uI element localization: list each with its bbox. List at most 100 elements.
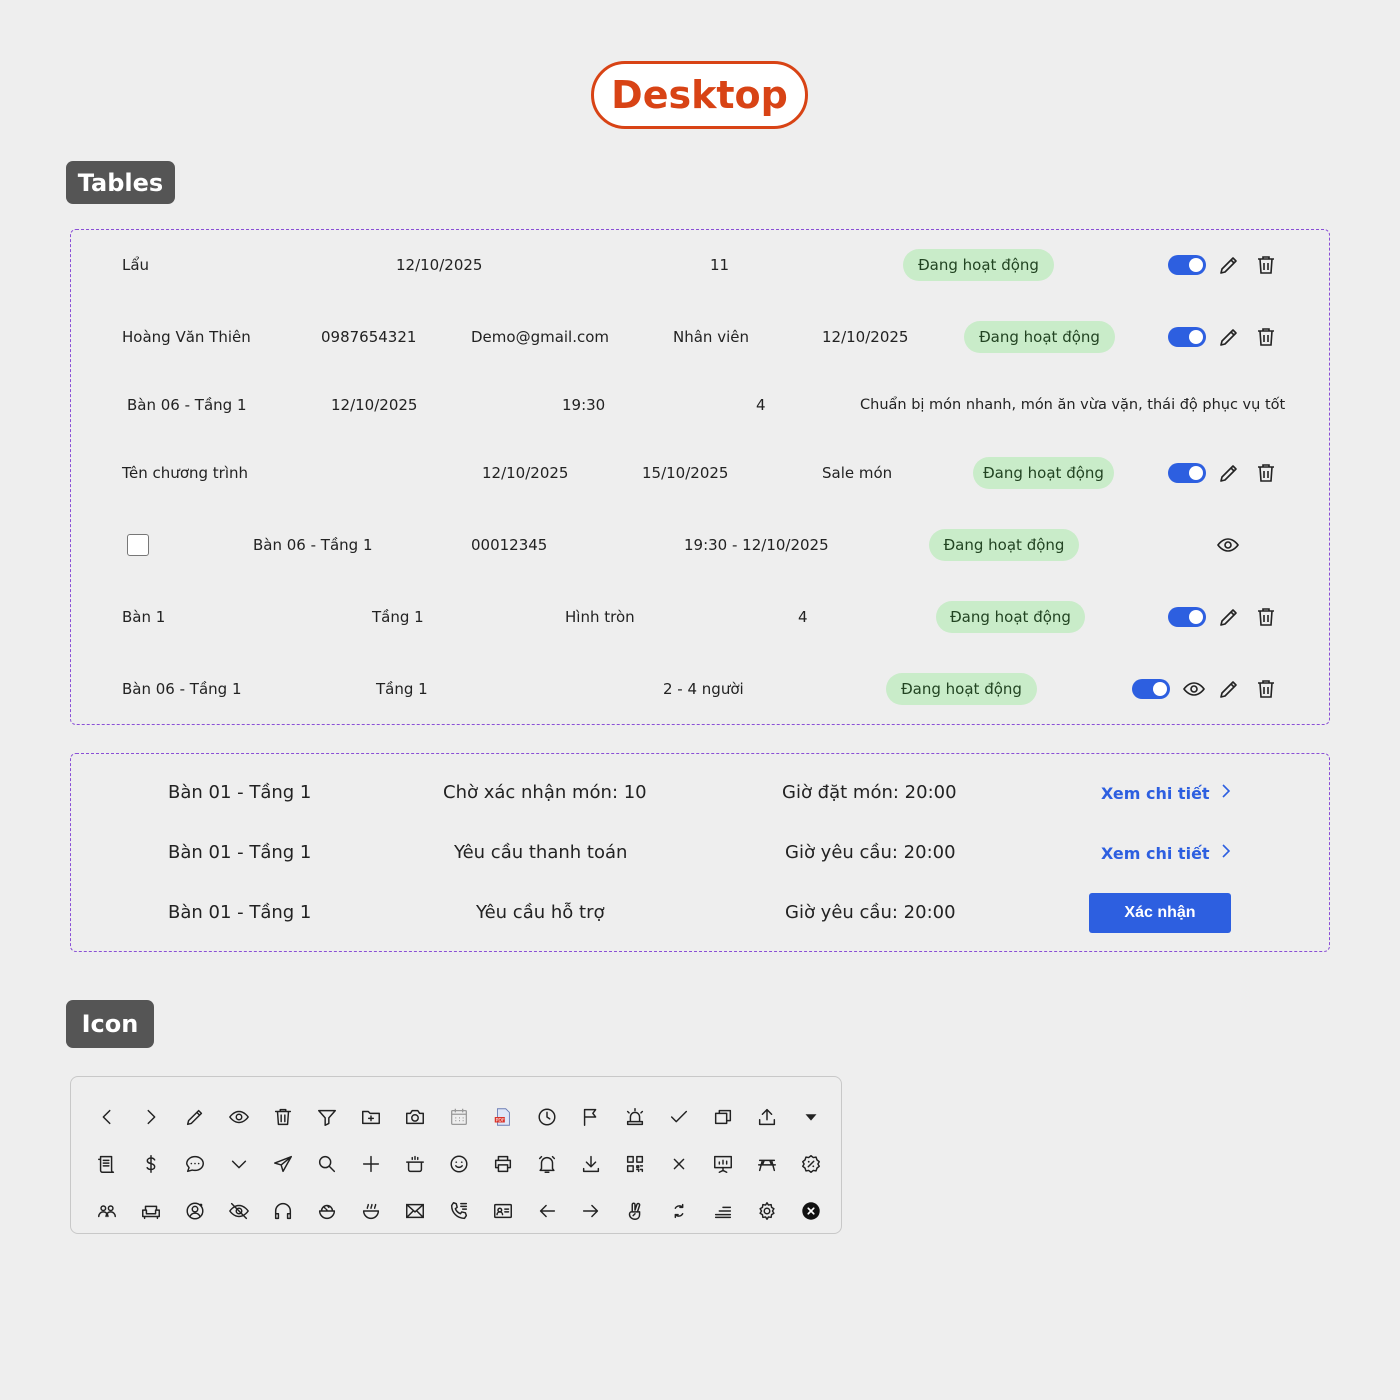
row5-datetime: 19:30 - 12/10/2025 [684, 536, 829, 554]
row6-seats: 4 [798, 608, 808, 626]
camera-icon [393, 1093, 437, 1140]
edit-pencil-icon[interactable] [1217, 253, 1241, 277]
view-detail-label: Xem chi tiết [1101, 843, 1210, 863]
request-type: Yêu cầu hỗ trợ [476, 902, 605, 923]
row5-table: Bàn 06 - Tầng 1 [253, 536, 373, 554]
row2-email: Demo@gmail.com [471, 328, 610, 346]
x-circle-icon [789, 1187, 833, 1234]
plus-icon [349, 1140, 393, 1187]
row-checkbox[interactable] [127, 534, 149, 556]
eye-off-icon [217, 1187, 261, 1234]
noodle-bowl-icon [349, 1187, 393, 1234]
chevron-right-icon [1220, 783, 1232, 804]
row1-date: 12/10/2025 [396, 256, 483, 274]
request-time: Giờ yêu cầu: 20:00 [785, 902, 956, 923]
status-badge: Đang hoạt động [929, 529, 1079, 561]
windows-icon [701, 1093, 745, 1140]
row1-count: 11 [710, 256, 730, 274]
flag-icon [569, 1093, 613, 1140]
row4-program-name: Tên chương trình [122, 464, 249, 482]
row3-date: 12/10/2025 [331, 396, 418, 414]
id-card-icon [481, 1187, 525, 1234]
clock-icon [525, 1093, 569, 1140]
active-toggle[interactable] [1168, 327, 1206, 347]
pot-icon [393, 1140, 437, 1187]
icon-grid: PDF [85, 1093, 833, 1234]
row2-date: 12/10/2025 [822, 328, 909, 346]
request-table: Bàn 01 - Tầng 1 [168, 842, 312, 863]
request-table: Bàn 01 - Tầng 1 [168, 782, 312, 803]
row1-name: Lẩu [122, 256, 150, 274]
picnic-table-icon [745, 1140, 789, 1187]
download-icon [569, 1140, 613, 1187]
calendar-icon [437, 1093, 481, 1140]
pencil-icon [173, 1093, 217, 1140]
status-badge: Đang hoạt động [886, 673, 1037, 705]
eye-icon [217, 1093, 261, 1140]
request-type: Yêu cầu thanh toán [454, 842, 628, 863]
request-time: Giờ đặt món: 20:00 [782, 782, 957, 803]
row6-table: Bàn 1 [122, 608, 166, 626]
status-badge: Đang hoạt động [973, 457, 1114, 489]
confirm-button[interactable]: Xác nhận [1089, 893, 1231, 933]
sofa-icon [129, 1187, 173, 1234]
delete-trash-icon[interactable] [1254, 253, 1278, 277]
row6-shape: Hình tròn [565, 608, 635, 626]
view-eye-icon[interactable] [1182, 677, 1206, 701]
view-detail-link[interactable]: Xem chi tiết [1101, 843, 1232, 864]
dollar-icon [129, 1140, 173, 1187]
view-detail-link[interactable]: Xem chi tiết [1101, 783, 1232, 804]
chevron-down-icon [217, 1140, 261, 1187]
edit-pencil-icon[interactable] [1217, 325, 1241, 349]
row7-table: Bàn 06 - Tầng 1 [122, 680, 242, 698]
row3-time: 19:30 [562, 396, 606, 414]
search-icon [305, 1140, 349, 1187]
presentation-icon [701, 1140, 745, 1187]
active-toggle[interactable] [1168, 255, 1206, 275]
icon-panel: PDF [70, 1076, 842, 1234]
request-time: Giờ yêu cầu: 20:00 [785, 842, 956, 863]
phone-call-icon [437, 1187, 481, 1234]
delete-trash-icon[interactable] [1254, 605, 1278, 629]
close-icon [657, 1140, 701, 1187]
pdf-icon: PDF [481, 1093, 525, 1140]
filter-icon [305, 1093, 349, 1140]
caret-down-icon [789, 1093, 833, 1140]
qr-code-icon [613, 1140, 657, 1187]
folder-add-icon [349, 1093, 393, 1140]
upload-icon [745, 1093, 789, 1140]
active-toggle[interactable] [1132, 679, 1170, 699]
edit-pencil-icon[interactable] [1217, 605, 1241, 629]
section-label-tables: Tables [68, 163, 173, 202]
rice-bowl-icon [305, 1187, 349, 1234]
status-badge: Đang hoạt động [936, 601, 1085, 633]
discount-badge-icon [789, 1140, 833, 1187]
active-toggle[interactable] [1168, 607, 1206, 627]
row4-end-date: 15/10/2025 [642, 464, 729, 482]
edit-pencil-icon[interactable] [1217, 461, 1241, 485]
row2-name: Hoàng Văn Thiên [122, 328, 251, 346]
chevron-right-icon [1220, 843, 1232, 864]
delete-trash-icon[interactable] [1254, 677, 1278, 701]
delete-trash-icon[interactable] [1254, 325, 1278, 349]
menu-lines-icon [701, 1187, 745, 1234]
user-circle-icon [173, 1187, 217, 1234]
mail-icon [393, 1187, 437, 1234]
chevron-left-icon [85, 1093, 129, 1140]
row6-floor: Tầng 1 [372, 608, 424, 626]
status-badge: Đang hoạt động [903, 249, 1054, 281]
arrow-left-icon [525, 1187, 569, 1234]
chat-icon [173, 1140, 217, 1187]
delete-trash-icon[interactable] [1254, 461, 1278, 485]
send-icon [261, 1140, 305, 1187]
refresh-icon [657, 1187, 701, 1234]
row5-order-id: 00012345 [471, 536, 548, 554]
receipt-icon [85, 1140, 129, 1187]
edit-pencil-icon[interactable] [1217, 677, 1241, 701]
headphones-icon [261, 1187, 305, 1234]
check-icon [657, 1093, 701, 1140]
active-toggle[interactable] [1168, 463, 1206, 483]
peace-hand-icon [613, 1187, 657, 1234]
view-eye-icon[interactable] [1216, 533, 1240, 557]
page-title: Desktop [591, 61, 808, 129]
